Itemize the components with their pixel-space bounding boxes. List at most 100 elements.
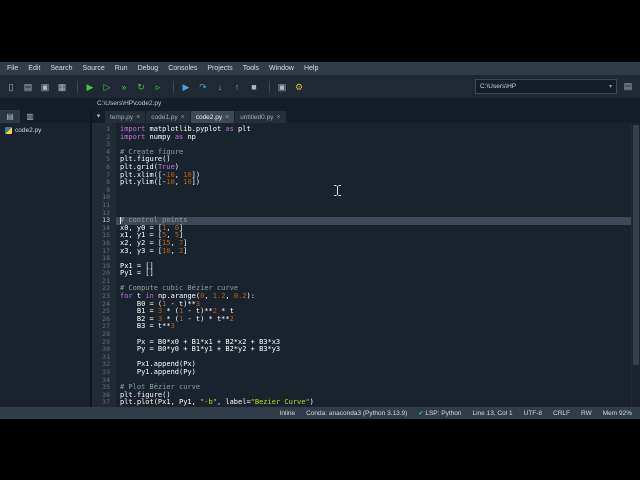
menu-bar: File Edit Search Source Run Debug Consoles Proj…: [0, 62, 640, 75]
menu-source[interactable]: Source: [78, 62, 110, 75]
scrollbar-thumb[interactable]: [633, 125, 639, 365]
working-directory-toolbar: C:\Users\HP ▾ ▤: [475, 79, 636, 94]
line-number[interactable]: 5: [92, 156, 116, 164]
editor-scrollbar[interactable]: [631, 123, 640, 407]
menu-window[interactable]: Window: [264, 62, 299, 75]
toolbar-separator: [173, 80, 174, 93]
step-out-button[interactable]: ↑: [230, 79, 244, 95]
run-file-icon: ▶: [86, 81, 94, 92]
file-item[interactable]: code2.py: [0, 123, 90, 138]
code-line[interactable]: 9: [92, 186, 632, 195]
conda-env-status[interactable]: Conda: anaconda3 (Python 3.13.9): [306, 410, 407, 417]
toolbar-icons: ▯ ▤ ▣ ▦ ▶ ▷ » ↻ ▹ ▶ ↷ ↓ ↑ ■ ▣ ⚙: [4, 79, 309, 95]
menu-help[interactable]: Help: [299, 62, 323, 75]
code-line[interactable]: 37 plt.plot(Px1, Py1, "-b", label="Bezier…: [92, 399, 632, 407]
preferences-button[interactable]: ⚙: [292, 79, 306, 95]
sidebar-tab-2[interactable]: ▥: [20, 110, 40, 123]
pane-list-icon: ▤: [6, 112, 14, 121]
code-line[interactable]: 18: [92, 254, 632, 263]
cursor-position-status[interactable]: Line 13, Col 1: [472, 410, 512, 417]
close-icon[interactable]: ×: [225, 114, 229, 121]
code-line[interactable]: 10: [92, 194, 632, 202]
code-text: x3, y3 = [10, 2]: [120, 246, 188, 255]
menu-search[interactable]: Search: [45, 62, 77, 75]
save-file-button[interactable]: ▣: [38, 79, 52, 95]
menu-tools[interactable]: Tools: [238, 62, 264, 75]
editor-tab-untitled0py[interactable]: untitled0.py ×: [235, 111, 286, 123]
code-line[interactable]: 2 import numpy as np: [92, 133, 632, 142]
open-file-button[interactable]: ▤: [21, 79, 35, 95]
files-pane: ▤ ▥ code2.py: [0, 110, 92, 407]
editor-tab-code2py[interactable]: code2.py ×: [190, 111, 235, 123]
code-line[interactable]: 33 Py1.append(Py): [92, 368, 632, 377]
menu-run[interactable]: Run: [110, 62, 133, 75]
editor-tab-code1py[interactable]: code1.py ×: [146, 111, 190, 123]
working-directory-combobox[interactable]: C:\Users\HP ▾: [475, 79, 617, 94]
close-icon[interactable]: ×: [136, 114, 140, 121]
encoding-status[interactable]: UTF-8: [524, 410, 542, 417]
debug-file-button[interactable]: ▶: [179, 79, 193, 95]
run-cell-advance-button[interactable]: »: [117, 79, 131, 95]
eol-status[interactable]: CRLF: [553, 410, 570, 417]
code-line[interactable]: 8 plt.ylim([-10, 10]): [92, 178, 632, 187]
run-file-button[interactable]: ▶: [83, 79, 97, 95]
close-icon[interactable]: ×: [276, 114, 280, 121]
main-area: ▤ ▥ code2.py ▾ temp.py × code1.py × code2.py ×…: [0, 110, 640, 407]
sidebar-tab-1[interactable]: ▤: [0, 110, 20, 123]
code-line[interactable]: 19 Px1 = []: [92, 262, 632, 271]
new-file-button[interactable]: ▯: [4, 79, 18, 95]
browse-tabs-button[interactable]: ▾: [92, 110, 105, 123]
code-line[interactable]: 20 Py1 = []: [92, 269, 632, 278]
line-number[interactable]: 4: [92, 148, 116, 157]
memory-status[interactable]: Mem 92%: [603, 410, 632, 417]
maximize-pane-icon: ▣: [277, 81, 287, 92]
close-icon[interactable]: ×: [181, 114, 185, 121]
line-number[interactable]: 7: [92, 171, 116, 180]
editor-tab-temppy[interactable]: temp.py ×: [105, 111, 146, 123]
run-selection-icon: ▹: [155, 81, 161, 92]
code-text: x2, y2 = [15, 7]: [120, 238, 188, 247]
code-line[interactable]: 4 # Create figure: [92, 148, 632, 157]
browse-directory-button[interactable]: ▤: [620, 79, 636, 94]
line-number[interactable]: 2: [92, 133, 116, 142]
menu-debug[interactable]: Debug: [133, 62, 164, 75]
line-number[interactable]: 1: [92, 125, 116, 134]
save-all-button[interactable]: ▦: [55, 79, 69, 95]
code-line[interactable]: 30 Py = B0*y0 + B1*y1 + B2*y2 + B3*y3: [92, 345, 632, 354]
step-over-button[interactable]: ↷: [196, 79, 210, 95]
main-toolbar: ▯ ▤ ▣ ▦ ▶ ▷ » ↻ ▹ ▶ ↷ ↓ ↑ ■ ▣ ⚙ C:\Users\HP ▾ ▤: [0, 75, 640, 98]
menu-edit[interactable]: Edit: [23, 62, 45, 75]
step-over-icon: ↷: [199, 81, 207, 92]
cursor-position-status-text: Line 13, Col 1: [472, 409, 513, 417]
run-cell-button[interactable]: ▷: [100, 79, 114, 95]
code-line[interactable]: 27 B3 = t**3: [92, 323, 632, 331]
menu-projects[interactable]: Projects: [202, 62, 237, 75]
line-number[interactable]: 37: [92, 399, 116, 407]
maximize-pane-button[interactable]: ▣: [275, 79, 289, 95]
menu-file[interactable]: File: [2, 62, 23, 75]
file-path-bar: C:\Users\HP\code2.py: [0, 98, 640, 110]
backend-status[interactable]: Inline: [280, 410, 296, 417]
stop-debug-button[interactable]: ■: [247, 79, 261, 95]
lsp-status[interactable]: ✔ LSP: Python: [418, 410, 461, 417]
menu-consoles[interactable]: Consoles: [163, 62, 202, 75]
code-line[interactable]: 17 x3, y3 = [10, 2]: [92, 246, 632, 256]
code-line[interactable]: 35 # Plot Bézier curve: [92, 383, 632, 392]
code-editor[interactable]: 1 import matplotlib.pyplot as plt 2 import …: [92, 123, 640, 407]
run-selection-button[interactable]: ▹: [151, 79, 165, 95]
permissions-status[interactable]: RW: [581, 410, 592, 417]
line-number[interactable]: 6: [92, 163, 116, 172]
step-out-icon: ↑: [234, 81, 240, 92]
files-pane-list: code2.py: [0, 123, 90, 138]
toolbar-separator: [269, 80, 270, 93]
rerun-cell-button[interactable]: ↻: [134, 79, 148, 95]
editor-tab-bar: ▾ temp.py × code1.py × code2.py × untitled0.py…: [92, 110, 640, 123]
code-text: B3 = t**3: [120, 322, 175, 331]
line-number[interactable]: 3: [92, 141, 116, 149]
step-into-button[interactable]: ↓: [213, 79, 227, 95]
code-line[interactable]: 11: [92, 201, 632, 210]
line-number[interactable]: 8: [92, 179, 116, 187]
